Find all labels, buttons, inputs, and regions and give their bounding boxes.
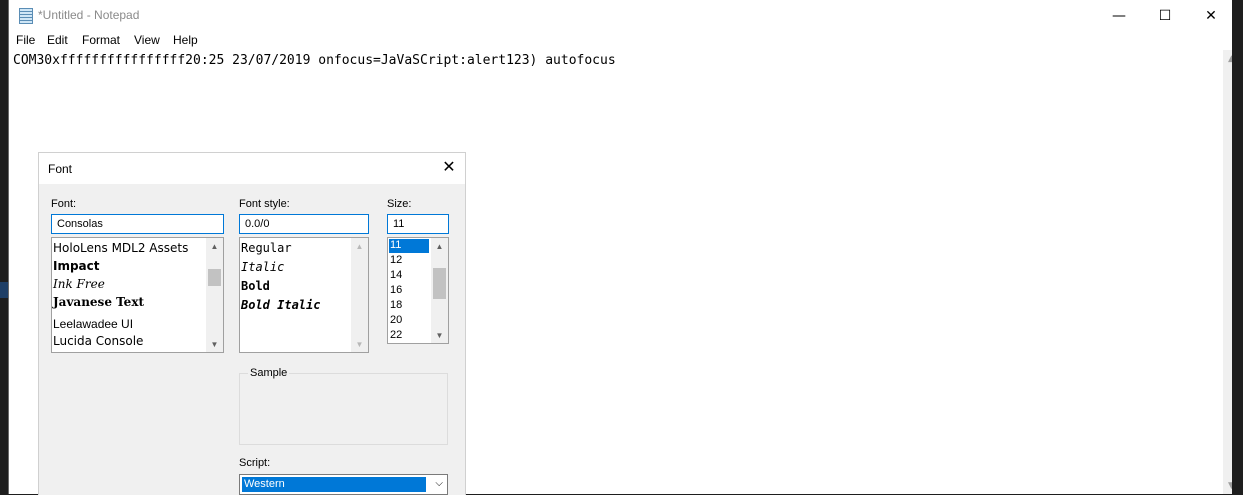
window-title: *Untitled - Notepad bbox=[38, 8, 140, 22]
menu-view[interactable]: View bbox=[134, 33, 160, 47]
font-style-item[interactable]: Bold Italic bbox=[241, 298, 320, 312]
font-list-item[interactable]: Impact bbox=[53, 259, 100, 273]
background-window-fragment bbox=[0, 282, 8, 298]
chevron-up-icon[interactable]: ▲ bbox=[206, 238, 223, 254]
chevron-down-icon[interactable]: ▼ bbox=[351, 336, 368, 352]
background-left-strip bbox=[0, 0, 8, 494]
menu-file[interactable]: File bbox=[16, 33, 35, 47]
minimize-button[interactable]: — bbox=[1096, 0, 1142, 31]
menu-edit[interactable]: Edit bbox=[47, 33, 68, 47]
size-label: Size: bbox=[387, 198, 412, 210]
size-list-item[interactable]: 22 bbox=[389, 329, 402, 341]
font-list-item[interactable]: Leelawadee UI bbox=[53, 317, 133, 331]
scroll-thumb[interactable] bbox=[433, 268, 446, 299]
chevron-down-icon[interactable]: ▼ bbox=[431, 327, 448, 343]
sample-label: Sample bbox=[248, 367, 290, 379]
font-style-item[interactable]: Bold bbox=[241, 279, 270, 293]
font-dialog: Font ✕ Font: Consolas HoloLens MDL2 Asse… bbox=[38, 152, 466, 495]
script-select[interactable]: Western ⌵ bbox=[239, 474, 448, 495]
size-list-item[interactable]: 16 bbox=[389, 284, 402, 296]
font-style-label: Font style: bbox=[239, 198, 290, 210]
font-style-input[interactable]: 0.0/0 bbox=[239, 214, 369, 234]
sample-groupbox: Sample bbox=[239, 367, 448, 445]
font-name-input[interactable]: Consolas bbox=[51, 214, 224, 234]
notepad-icon bbox=[19, 8, 33, 24]
font-list-item[interactable]: Javanese Text bbox=[53, 295, 144, 309]
chevron-up-icon[interactable]: ▲ bbox=[351, 238, 368, 254]
font-style-scrollbar[interactable]: ▲ ▼ bbox=[351, 238, 368, 352]
chevron-down-icon[interactable]: ▼ bbox=[206, 336, 223, 352]
size-list-item[interactable]: 12 bbox=[389, 254, 402, 266]
background-right-strip bbox=[1232, 0, 1243, 494]
maximize-button[interactable]: ☐ bbox=[1142, 0, 1188, 31]
title-bar[interactable]: *Untitled - Notepad — ☐ ✕ bbox=[9, 0, 1243, 31]
font-style-item[interactable]: Regular bbox=[241, 241, 292, 255]
chevron-up-icon[interactable]: ▲ bbox=[431, 238, 448, 254]
menu-help[interactable]: Help bbox=[173, 33, 198, 47]
scroll-thumb[interactable] bbox=[208, 269, 221, 286]
font-label: Font: bbox=[51, 198, 77, 210]
dialog-title: Font bbox=[48, 162, 73, 176]
font-style-list[interactable]: Regular Italic Bold Bold Italic ▲ ▼ bbox=[239, 237, 369, 353]
size-list-item[interactable]: 14 bbox=[389, 269, 402, 281]
size-input[interactable]: 11 bbox=[387, 214, 449, 234]
menu-bar: File Edit Format View Help bbox=[9, 31, 1243, 50]
size-list-item[interactable]: 18 bbox=[389, 299, 402, 311]
size-list-item-selected[interactable]: 11 bbox=[389, 239, 429, 253]
font-list-item[interactable]: Lucida Console bbox=[53, 334, 143, 348]
chevron-down-icon[interactable]: ⌵ bbox=[435, 478, 443, 489]
dialog-close-icon[interactable]: ✕ bbox=[437, 158, 461, 178]
font-style-item[interactable]: Italic bbox=[241, 260, 284, 274]
size-list[interactable]: 11 12 14 16 18 20 22 ▲ ▼ bbox=[387, 237, 449, 344]
size-list-scrollbar[interactable]: ▲ ▼ bbox=[431, 238, 448, 343]
font-list[interactable]: HoloLens MDL2 Assets Impact Ink Free Jav… bbox=[51, 237, 224, 353]
font-list-item[interactable]: HoloLens MDL2 Assets bbox=[53, 241, 188, 255]
dialog-title-bar[interactable]: Font ✕ bbox=[39, 153, 465, 184]
font-list-scrollbar[interactable]: ▲ ▼ bbox=[206, 238, 223, 352]
size-list-item[interactable]: 20 bbox=[389, 314, 402, 326]
script-label: Script: bbox=[239, 457, 271, 469]
close-button[interactable]: ✕ bbox=[1188, 0, 1234, 31]
script-value[interactable]: Western bbox=[242, 477, 426, 492]
editor-content[interactable]: COM30xffffffffffffffff20:25 23/07/2019 o… bbox=[13, 53, 616, 68]
font-list-item[interactable]: Ink Free bbox=[53, 277, 105, 291]
menu-format[interactable]: Format bbox=[82, 33, 120, 47]
